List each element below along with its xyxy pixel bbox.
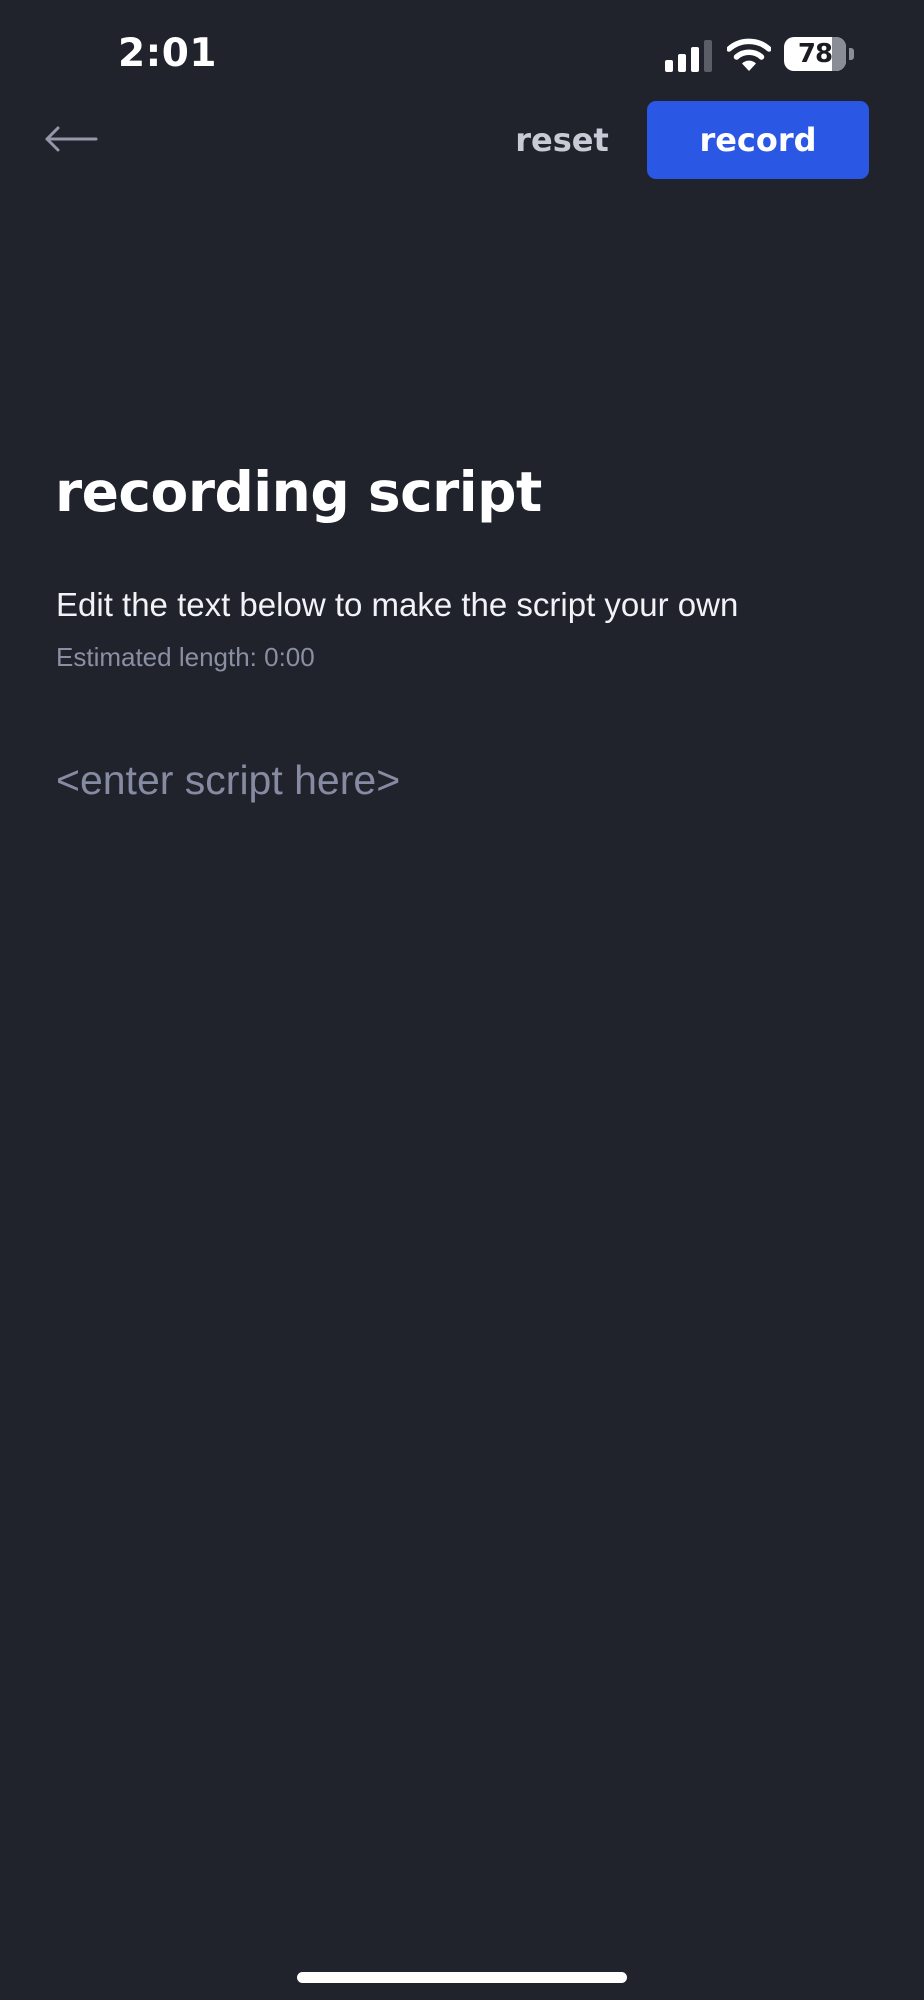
battery-icon: 78 (784, 37, 856, 73)
page-title: recording script (55, 460, 542, 524)
reset-button[interactable]: reset (500, 108, 624, 172)
back-button[interactable] (44, 114, 120, 170)
battery-cap (849, 48, 854, 60)
estimated-length: Estimated length: 0:00 (56, 642, 315, 672)
wifi-icon (727, 38, 771, 71)
status-time: 2:01 (118, 31, 218, 76)
record-button[interactable]: record (647, 101, 869, 179)
home-indicator (297, 1972, 627, 1983)
battery-level: 78 (797, 39, 833, 69)
instructions-text: Edit the text below to make the script y… (56, 586, 739, 623)
back-arrow-icon (45, 126, 98, 152)
battery-body: 78 (784, 37, 846, 71)
status-bar: 2:01 78 (0, 0, 924, 100)
cellular-signal-icon (665, 40, 712, 72)
script-input[interactable] (56, 752, 868, 1152)
